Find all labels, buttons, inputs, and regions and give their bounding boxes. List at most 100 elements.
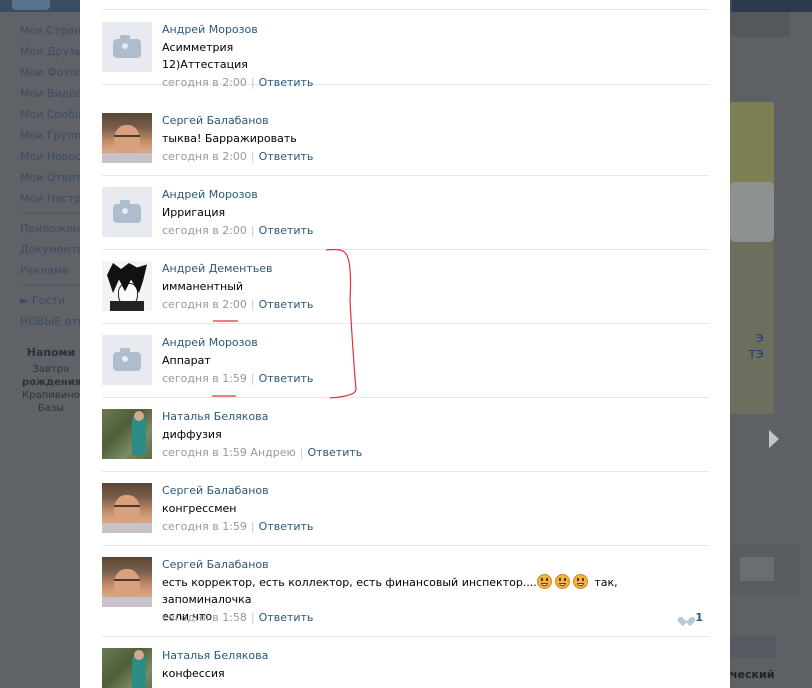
comment-time[interactable]: сегодня в 2:00 bbox=[162, 150, 247, 163]
comment-time[interactable]: сегодня в 2:00 bbox=[162, 76, 247, 89]
comment-item: Андрей Морозов Асимметрия 12)Аттестация … bbox=[102, 10, 709, 89]
comment-author[interactable]: Андрей Морозов bbox=[162, 23, 701, 39]
reply-link[interactable]: Ответить bbox=[259, 224, 314, 237]
meta-separator: | bbox=[299, 446, 304, 459]
bg-reminder-line: Базы bbox=[37, 403, 65, 414]
comment-time[interactable]: сегодня в 1:58 bbox=[162, 611, 247, 624]
avatar-body bbox=[110, 301, 144, 311]
avatar-shirt bbox=[102, 597, 152, 607]
like-count: 1 bbox=[695, 611, 703, 624]
comment-time[interactable]: сегодня в 2:00 bbox=[162, 298, 247, 311]
comment-author[interactable]: Андрей Морозов bbox=[162, 188, 701, 204]
comment-text: тыква! Барражировать bbox=[162, 132, 297, 145]
bg-menu-item: Моя Страни bbox=[20, 24, 80, 37]
background-ad-banner: э тэ bbox=[730, 102, 774, 414]
heart-icon bbox=[681, 613, 692, 623]
background-right-strip bbox=[730, 12, 790, 37]
background-top-right bbox=[732, 0, 812, 12]
avatar[interactable] bbox=[102, 409, 152, 459]
next-arrow-icon[interactable] bbox=[769, 430, 779, 448]
comment-body: Андрей Морозов Ирригация bbox=[162, 188, 701, 221]
comment-text: 12)Аттестация bbox=[162, 58, 248, 71]
bg-menu-item: Мои Видеоз bbox=[20, 87, 80, 100]
reply-link[interactable]: Ответить bbox=[259, 150, 314, 163]
reply-link[interactable]: Ответить bbox=[259, 76, 314, 89]
comment-item: Андрей Морозов Аппарат сегодня в 1:59 | От… bbox=[102, 323, 709, 398]
bg-ad-text: э тэ bbox=[748, 330, 764, 362]
bg-ad-image bbox=[730, 102, 774, 192]
comment-author[interactable]: Сергей Балабанов bbox=[162, 558, 701, 574]
bg-menu-item: Мои Фотогр bbox=[20, 66, 80, 79]
comment-body: Андрей Морозов Аппарат bbox=[162, 336, 701, 369]
meta-separator: | bbox=[250, 520, 255, 533]
comment-time[interactable]: сегодня в 1:59 bbox=[162, 520, 247, 533]
comment-body: Андрей Морозов Асимметрия 12)Аттестация bbox=[162, 23, 701, 73]
reply-link[interactable]: Ответить bbox=[259, 298, 314, 311]
like-button[interactable]: 1 bbox=[681, 611, 703, 624]
comment-text: Аппарат bbox=[162, 354, 211, 367]
comment-item: Андрей Дементьев имманентный сегодня в 2… bbox=[102, 249, 709, 324]
comment-author[interactable]: Сергей Балабанов bbox=[162, 484, 701, 500]
avatar[interactable] bbox=[102, 648, 152, 688]
camera-lens bbox=[120, 41, 130, 51]
comment-author[interactable]: Андрей Дементьев bbox=[162, 262, 701, 278]
comment-text: конгрессмен bbox=[162, 502, 237, 515]
smile-emoji-icon bbox=[536, 574, 552, 589]
comment-author[interactable]: Наталья Белякова bbox=[162, 649, 701, 665]
camera-lens bbox=[120, 206, 130, 216]
avatar-head bbox=[134, 650, 144, 660]
avatar-glasses bbox=[114, 579, 140, 587]
bg-reminder-line: рождения bbox=[22, 377, 80, 388]
comment-time[interactable]: сегодня в 1:59 bbox=[162, 446, 247, 459]
avatar-shirt bbox=[102, 153, 152, 163]
avatar[interactable] bbox=[102, 113, 152, 163]
bg-menu-item: НОВЫЕ откр bbox=[20, 315, 80, 328]
comment-item: Сергей Балабанов конгрессмен сегодня в 1… bbox=[102, 471, 709, 546]
comment-author[interactable]: Сергей Балабанов bbox=[162, 114, 701, 130]
reply-link[interactable]: Ответить bbox=[307, 446, 362, 459]
reply-to-ref[interactable]: Андрею bbox=[250, 446, 295, 459]
avatar-glasses bbox=[114, 135, 140, 143]
reply-link[interactable]: Ответить bbox=[259, 520, 314, 533]
comment-time[interactable]: сегодня в 1:59 bbox=[162, 372, 247, 385]
comment-text: Ирригация bbox=[162, 206, 226, 219]
comment-time[interactable]: сегодня в 2:00 bbox=[162, 224, 247, 237]
comment-author[interactable]: Андрей Морозов bbox=[162, 336, 701, 352]
bg-menu-item: Мои Новост bbox=[20, 150, 80, 163]
avatar[interactable] bbox=[102, 261, 152, 311]
bg-menu-item: Реклама bbox=[20, 264, 69, 277]
meta-separator: | bbox=[250, 150, 255, 163]
avatar[interactable] bbox=[102, 22, 152, 72]
comment-meta: сегодня в 2:00 | Ответить bbox=[162, 76, 313, 90]
avatar-head bbox=[134, 411, 144, 421]
avatar[interactable] bbox=[102, 335, 152, 385]
comment-body: Андрей Дементьев имманентный bbox=[162, 262, 701, 295]
avatar-shirt bbox=[102, 523, 152, 533]
comment-item: Наталья Белякова диффузия сегодня в 1:59… bbox=[102, 397, 709, 472]
comment-meta: сегодня в 1:59 | Ответить bbox=[162, 372, 313, 386]
comment-item: Наталья Белякова конфессия bbox=[102, 636, 709, 688]
bg-menu-item: ► Гости bbox=[20, 294, 65, 307]
background-widget-bar bbox=[730, 636, 776, 658]
avatar[interactable] bbox=[102, 557, 152, 607]
comment-text: конфессия bbox=[162, 667, 225, 680]
smile-emoji-icon bbox=[554, 574, 570, 589]
avatar[interactable] bbox=[102, 187, 152, 237]
meta-separator: | bbox=[250, 76, 255, 89]
bg-menu-item: Мои Настро bbox=[20, 192, 80, 205]
comment-text: есть корректор, есть коллектор, есть фин… bbox=[162, 574, 701, 608]
comment-meta: сегодня в 2:00 | Ответить bbox=[162, 150, 313, 164]
meta-separator: | bbox=[250, 611, 255, 624]
bg-menu-item: Мои Сообщ bbox=[20, 108, 80, 121]
bg-reminder-line: Крапивино bbox=[22, 390, 80, 401]
comment-meta: сегодня в 1:58 | Ответить bbox=[162, 611, 313, 625]
reply-link[interactable]: Ответить bbox=[259, 611, 314, 624]
avatar[interactable] bbox=[102, 483, 152, 533]
reply-link[interactable]: Ответить bbox=[259, 372, 314, 385]
comment-author[interactable]: Наталья Белякова bbox=[162, 410, 701, 426]
avatar-glasses bbox=[114, 505, 140, 513]
meta-separator: | bbox=[250, 372, 255, 385]
bg-ad-line: э bbox=[756, 330, 764, 346]
comment-meta: сегодня в 1:59 | Ответить bbox=[162, 520, 313, 534]
background-logo bbox=[12, 0, 50, 10]
